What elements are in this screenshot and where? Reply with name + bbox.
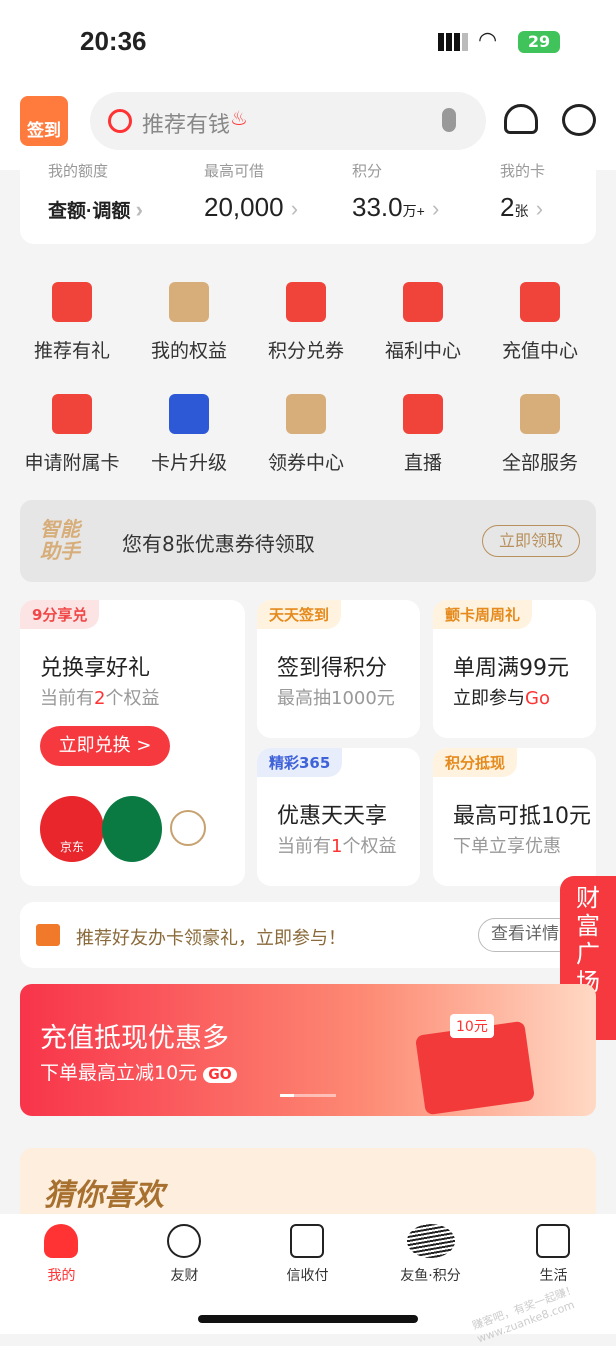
starbucks-logo [102,796,162,862]
card-stack-icon [52,394,92,434]
microphone-icon[interactable] [442,108,456,132]
signal-icon [438,33,468,51]
service-recharge[interactable]: 充值中心 [482,282,598,363]
service-diamond[interactable]: 我的权益 [131,282,247,363]
claim-coupons-button[interactable]: 立即领取 [482,525,580,557]
tab-2[interactable]: 信收付 [246,1265,369,1285]
assistant-logo: 智能助手 [40,517,80,563]
live-icon [403,394,443,434]
service-label: 我的权益 [150,340,227,362]
card-tag: 9分享兑 [20,600,100,629]
tab-0[interactable]: 我的 [0,1265,123,1285]
stat-credit-limit[interactable]: 查额·调额 › [48,196,143,223]
referral-bar[interactable]: 推荐好友办卡领豪礼，立即参与！ 查看详情 [20,902,596,968]
service-label: 福利中心 [384,340,461,362]
service-red-envelope[interactable]: 福利中心 [365,282,481,363]
wealth-plaza-label: 财富广场 [576,884,600,996]
card-subtitle: 立即参与Go [453,688,550,709]
service-label: 积分兑券 [267,340,344,362]
service-label: 充值中心 [501,340,578,362]
card-title: 兑换享好礼 [40,656,151,681]
service-card-stack[interactable]: 申请附属卡 [14,394,130,475]
service-grid[interactable]: 全部服务 [482,394,598,475]
section-title: 猜你喜欢 [44,1178,164,1213]
stat-max-borrow[interactable]: 20,000 › [204,192,298,223]
fire-icon: ♨ [230,106,248,130]
carousel-indicator [280,1094,336,1097]
promo-card[interactable]: 积分抵现最高可抵10元下单立享优惠 [433,748,596,886]
fish-icon [407,1224,455,1258]
sign-in-button[interactable]: 签到 [20,96,68,146]
stat-label: 我的卡 [500,162,546,180]
tab-3[interactable]: 友鱼·积分 [369,1265,492,1285]
card-tag: 天天签到 [257,600,342,629]
tab-1[interactable]: 友财 [123,1265,246,1285]
clock: 20:36 [80,26,147,56]
service-label: 推荐有礼 [33,340,110,362]
home-indicator [198,1315,418,1323]
brand-illustration-icon [170,810,206,846]
exchange-gift-card[interactable]: 9分享兑 兑换享好礼 当前有2个权益 立即兑换 > 京东 [20,600,245,886]
assistant-bar: 智能助手 您有8张优惠券待领取 立即领取 [20,500,596,582]
service-label: 直播 [403,452,442,474]
recharge-banner[interactable]: 充值抵现优惠多 下单最高立减10元 GO 10元 [20,984,596,1116]
stat-points[interactable]: 33.0万+ › [352,192,439,223]
assistant-text: 您有8张优惠券待领取 [122,532,315,556]
card-title: 优惠天天享 [277,804,388,829]
service-label: 申请附属卡 [24,452,120,474]
customer-service-icon[interactable] [504,104,538,134]
service-gift[interactable]: 推荐有礼 [14,282,130,363]
jd-logo: 京东 [40,796,104,862]
card-subtitle: 下单立享优惠 [453,836,561,857]
upgrade-icon [169,394,209,434]
recharge-icon [520,282,560,322]
card-title: 单周满99元 [453,656,569,681]
card-subtitle: 当前有1个权益 [277,836,397,857]
banner-subtitle: 下单最高立减10元 GO [40,1058,237,1085]
card-title: 最高可抵10元 [453,804,591,829]
message-icon[interactable] [562,104,596,136]
promo-card[interactable]: 精彩365 优惠天天享当前有1个权益 [257,748,420,886]
stat-label: 我的额度 [48,162,109,180]
service-live[interactable]: 直播 [365,394,481,475]
search-input[interactable]: 推荐有钱 ♨ [90,92,486,150]
person-icon [44,1224,78,1258]
stat-label: 积分 [352,162,383,180]
promo-card[interactable]: 颤卡周周礼单周满99元立即参与Go [433,600,596,738]
service-coupon[interactable]: 积分兑券 [248,282,364,363]
gift-icon [52,282,92,322]
card-subtitle: 最高抽1000元 [277,688,395,709]
gift-icon [36,924,60,946]
service-upgrade[interactable]: 卡片升级 [131,394,247,475]
card-tag: 精彩365 [257,748,343,777]
promo-card[interactable]: 天天签到签到得积分最高抽1000元 [257,600,420,738]
card-tag: 颤卡周周礼 [433,600,533,629]
coupon-illustration: 10元 [450,1014,494,1038]
coupon-icon [286,282,326,322]
status-bar: 20:36 ◠ 29 [0,0,616,84]
red-envelope-icon [403,282,443,322]
search-placeholder: 推荐有钱 [142,113,231,138]
service-ticket[interactable]: 领券中心 [248,394,364,475]
circle-dot-icon [167,1224,201,1258]
scan-icon [290,1224,324,1258]
battery-indicator: 29 [518,31,560,53]
search-icon [108,109,132,133]
stat-my-cards[interactable]: 2张 › [500,192,543,223]
banner-title: 充值抵现优惠多 [40,1023,229,1054]
exchange-now-button[interactable]: 立即兑换 > [40,726,170,766]
card-subtitle: 当前有2个权益 [40,688,160,709]
stat-label: 最高可借 [204,162,265,180]
card-title: 签到得积分 [277,656,388,681]
cup-icon [536,1224,570,1258]
service-label: 卡片升级 [150,452,227,474]
grid-icon [520,394,560,434]
referral-text: 推荐好友办卡领豪礼，立即参与！ [76,928,346,949]
service-label: 全部服务 [501,452,578,474]
service-label: 领券中心 [267,452,344,474]
card-tag: 积分抵现 [433,748,518,777]
wifi-icon: ◠ [478,28,498,53]
diamond-icon [169,282,209,322]
ticket-icon [286,394,326,434]
